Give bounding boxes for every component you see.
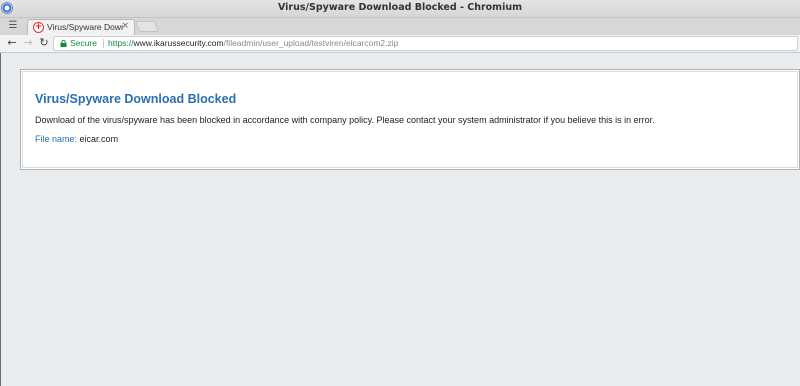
- back-arrow-icon[interactable]: ←: [5, 36, 19, 50]
- url-path: /fileadmin/user_upload/testviren/eicarco…: [223, 38, 399, 48]
- security-label: Secure: [70, 38, 97, 48]
- page-content: Virus/Spyware Download Blocked Download …: [1, 53, 800, 386]
- forward-arrow-icon[interactable]: →: [21, 36, 35, 50]
- url-scheme: https://: [108, 38, 134, 48]
- url-text[interactable]: https://www.ikarussecurity.com/fileadmin…: [108, 38, 398, 48]
- tab-strip: ☰ + Virus/Spyware Downlo ×: [0, 18, 800, 35]
- lock-icon: [60, 40, 67, 47]
- tab-close-icon[interactable]: ×: [121, 21, 129, 31]
- tab-title: Virus/Spyware Downlo: [47, 22, 123, 32]
- tab-active[interactable]: + Virus/Spyware Downlo ×: [27, 19, 135, 35]
- browser-toolbar: ← → ↻ Secure https://www.ikarussecurity.…: [0, 35, 800, 53]
- file-name-label: File name:: [35, 134, 78, 144]
- file-name-row: File name: eicar.com: [35, 134, 118, 144]
- block-message: Download of the virus/spyware has been b…: [35, 115, 655, 125]
- reload-icon[interactable]: ↻: [37, 36, 51, 50]
- block-notice-card: Virus/Spyware Download Blocked Download …: [20, 69, 800, 170]
- new-tab-icon[interactable]: [134, 21, 160, 32]
- url-host: www.ikarussecurity.com: [133, 38, 224, 48]
- window-titlebar: Virus/Spyware Download Blocked - Chromiu…: [0, 0, 800, 18]
- tab-menu-icon[interactable]: ☰: [6, 20, 20, 32]
- file-name-value: eicar.com: [79, 134, 119, 144]
- blocked-favicon-icon: +: [33, 22, 44, 33]
- omnibox-divider: [103, 39, 104, 48]
- address-bar[interactable]: Secure https://www.ikarussecurity.com/fi…: [53, 36, 798, 51]
- window-title: Virus/Spyware Download Blocked - Chromiu…: [277, 2, 522, 13]
- page-title: Virus/Spyware Download Blocked: [35, 92, 237, 106]
